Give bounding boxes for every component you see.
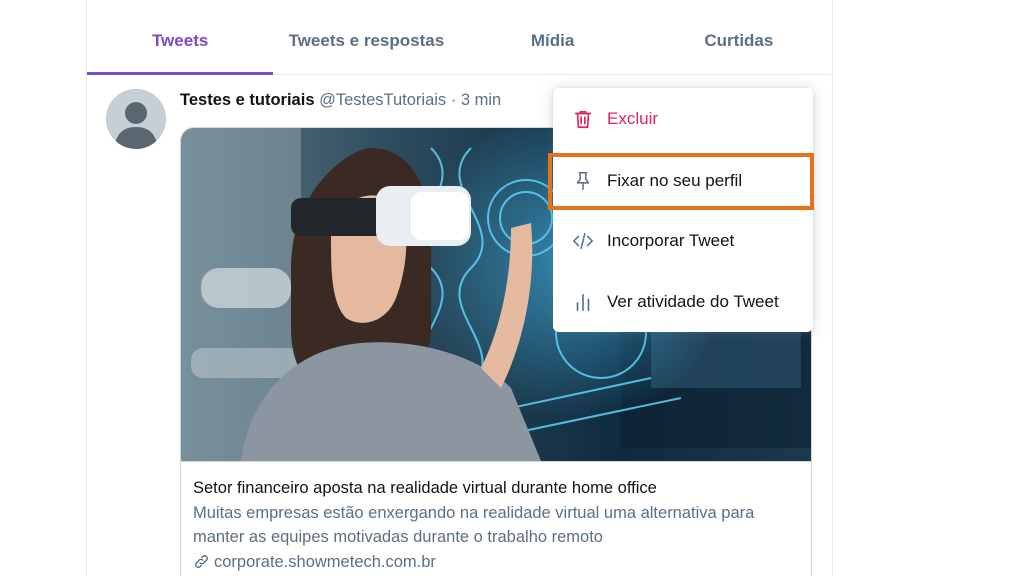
tab-label: Tweets e respostas — [288, 31, 445, 50]
card-description: Muitas empresas estão enxergando na real… — [193, 503, 755, 547]
column-border-left — [86, 0, 87, 576]
trash-icon — [570, 106, 596, 132]
avatar[interactable] — [106, 89, 166, 149]
tab-label: Curtidas — [704, 31, 774, 50]
bar-chart-icon — [570, 289, 596, 315]
tab-media[interactable]: Mídia — [460, 0, 646, 74]
code-icon — [570, 228, 596, 254]
tweet-timestamp[interactable]: 3 min — [461, 91, 501, 109]
menu-item-label: Excluir — [607, 108, 659, 128]
menu-item-label: Fixar no seu perfil — [607, 170, 743, 190]
tweet-options-menu: Excluir Fixar no seu perfil Incorporar T… — [553, 88, 813, 332]
tweet-header: Testes e tutoriais @TestesTutoriais · 3 … — [180, 91, 501, 110]
pin-icon — [570, 168, 596, 194]
card-body: Setor financeiro aposta na realidade vir… — [181, 461, 811, 575]
separator-dot: · — [450, 91, 457, 109]
menu-item-label: Incorporar Tweet — [607, 230, 735, 250]
link-icon — [195, 555, 208, 569]
profile-tabs: Tweets Tweets e respostas Mídia Curtidas — [87, 0, 832, 75]
menu-item-delete[interactable]: Excluir — [553, 88, 813, 149]
author-handle[interactable]: @TestesTutoriais — [319, 91, 446, 109]
menu-item-label: Ver atividade do Tweet — [607, 291, 779, 311]
tab-likes[interactable]: Curtidas — [646, 0, 832, 74]
menu-item-view-tweet-activity[interactable]: Ver atividade do Tweet — [553, 271, 813, 332]
card-link-text: corporate.showmetech.com.br — [214, 552, 436, 571]
card-title: Setor financeiro aposta na realidade vir… — [193, 479, 657, 497]
tab-tweets-and-replies[interactable]: Tweets e respostas — [273, 0, 459, 74]
tab-tweets[interactable]: Tweets — [87, 0, 274, 75]
column-border-right — [832, 0, 833, 576]
tab-label: Mídia — [530, 31, 575, 50]
tab-label: Tweets — [151, 31, 209, 50]
author-name[interactable]: Testes e tutoriais — [180, 91, 315, 109]
menu-item-pin-to-profile[interactable]: Fixar no seu perfil — [553, 150, 813, 211]
default-avatar-icon — [106, 89, 166, 149]
card-source-link[interactable]: corporate.showmetech.com.br — [193, 550, 801, 575]
menu-item-embed-tweet[interactable]: Incorporar Tweet — [553, 210, 813, 271]
